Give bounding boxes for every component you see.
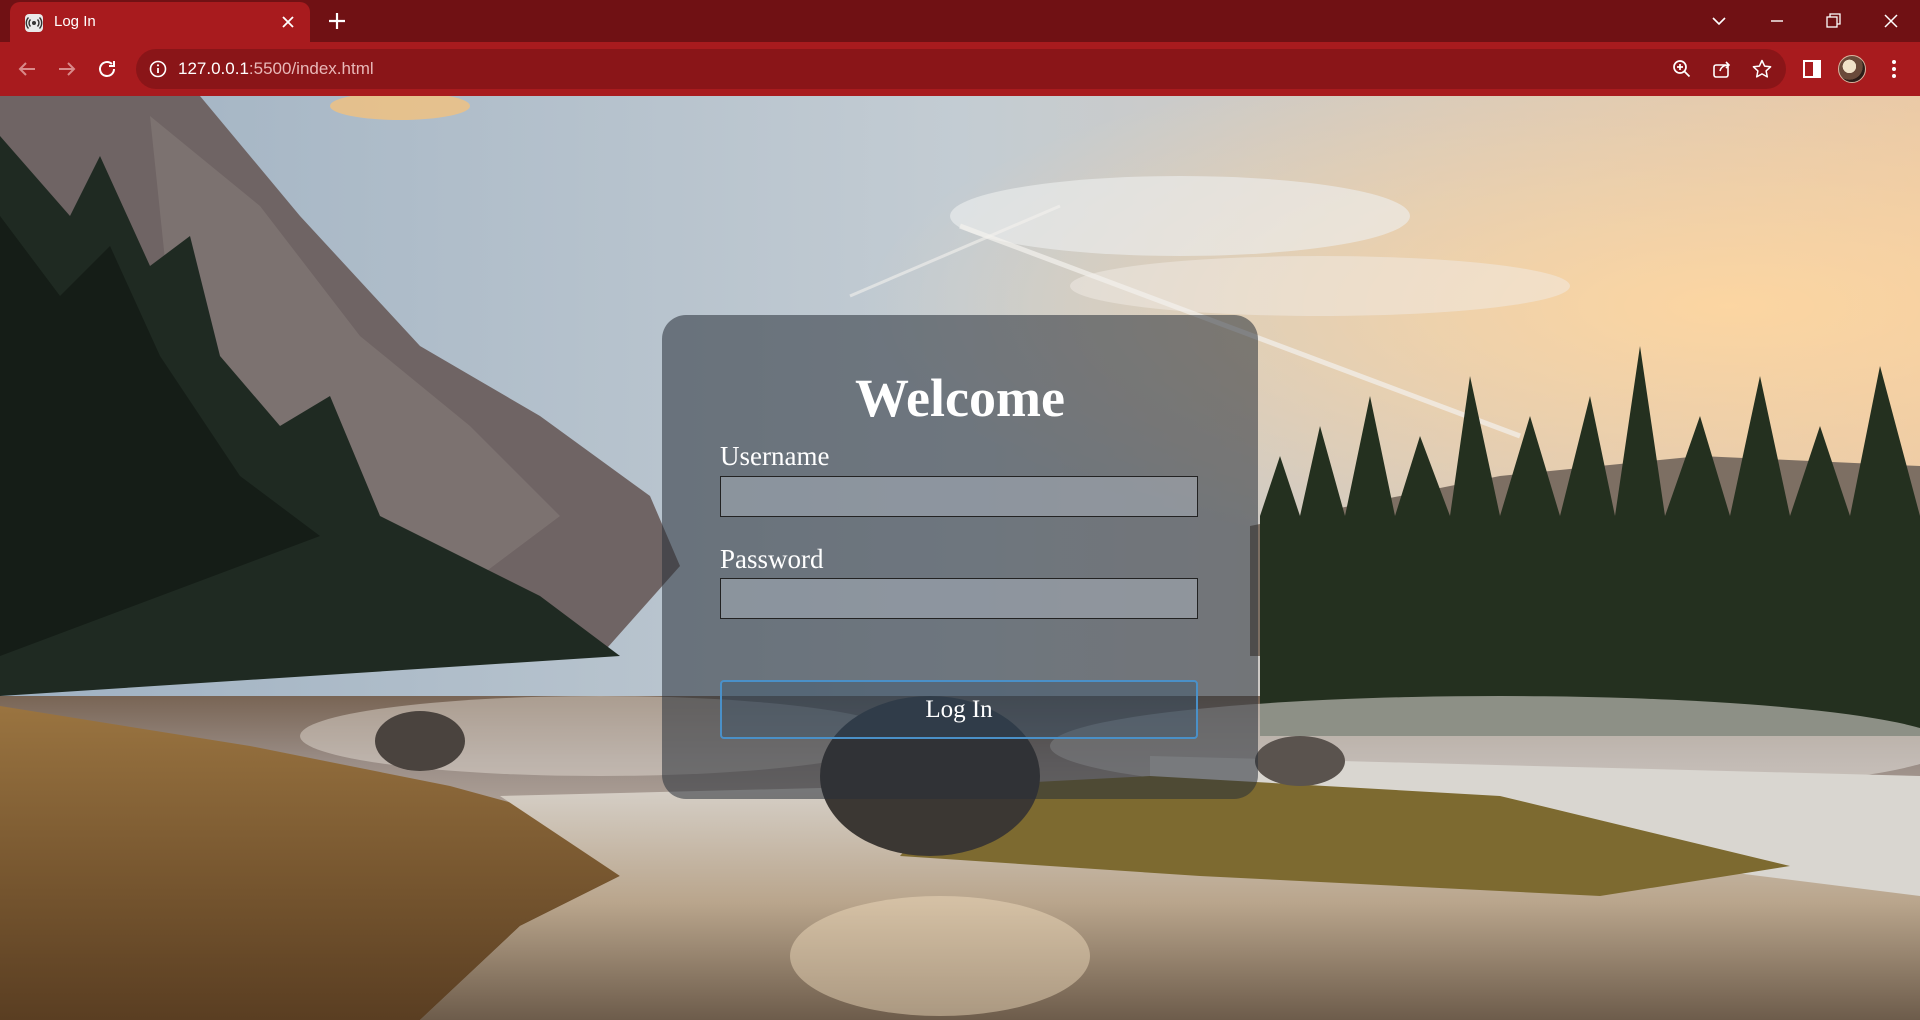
arrow-left-icon[interactable] [15,57,39,81]
page-viewport: Welcome Username Password Log In [0,96,1920,1020]
url-text: 127.0.0.1:5500/index.html [178,59,374,79]
restore-icon[interactable] [1822,10,1844,32]
login-button[interactable]: Log In [720,680,1198,739]
username-input[interactable] [720,476,1198,517]
username-label: Username [720,441,830,471]
chevron-down-icon[interactable] [1708,10,1730,32]
reload-icon[interactable] [95,57,119,81]
url-path: :5500/index.html [248,59,374,78]
zoom-icon[interactable] [1671,58,1693,80]
info-icon[interactable] [148,59,168,79]
browser-toolbar: 127.0.0.1:5500/index.html [0,42,1920,96]
share-icon[interactable] [1711,58,1733,80]
arrow-right-icon[interactable] [55,57,79,81]
minimize-icon[interactable] [1766,10,1788,32]
plus-icon[interactable] [326,10,348,32]
url-host: 127.0.0.1 [178,59,249,78]
broadcast-icon [25,14,43,32]
password-label: Password [720,544,824,574]
browser-tab[interactable]: Log In [10,2,310,42]
password-input[interactable] [720,578,1198,619]
avatar[interactable] [1838,55,1866,83]
close-window-icon[interactable] [1880,10,1902,32]
tab-strip: Log In [0,0,1920,42]
welcome-heading: Welcome [855,368,1065,428]
address-bar[interactable]: 127.0.0.1:5500/index.html [136,49,1786,89]
tab-title: Log In [54,13,96,30]
kebab-menu-icon[interactable] [1882,57,1906,81]
star-icon[interactable] [1751,58,1773,80]
side-panel-icon[interactable] [1800,57,1824,81]
login-card: Welcome Username Password Log In [662,315,1258,799]
close-icon[interactable] [280,14,296,30]
